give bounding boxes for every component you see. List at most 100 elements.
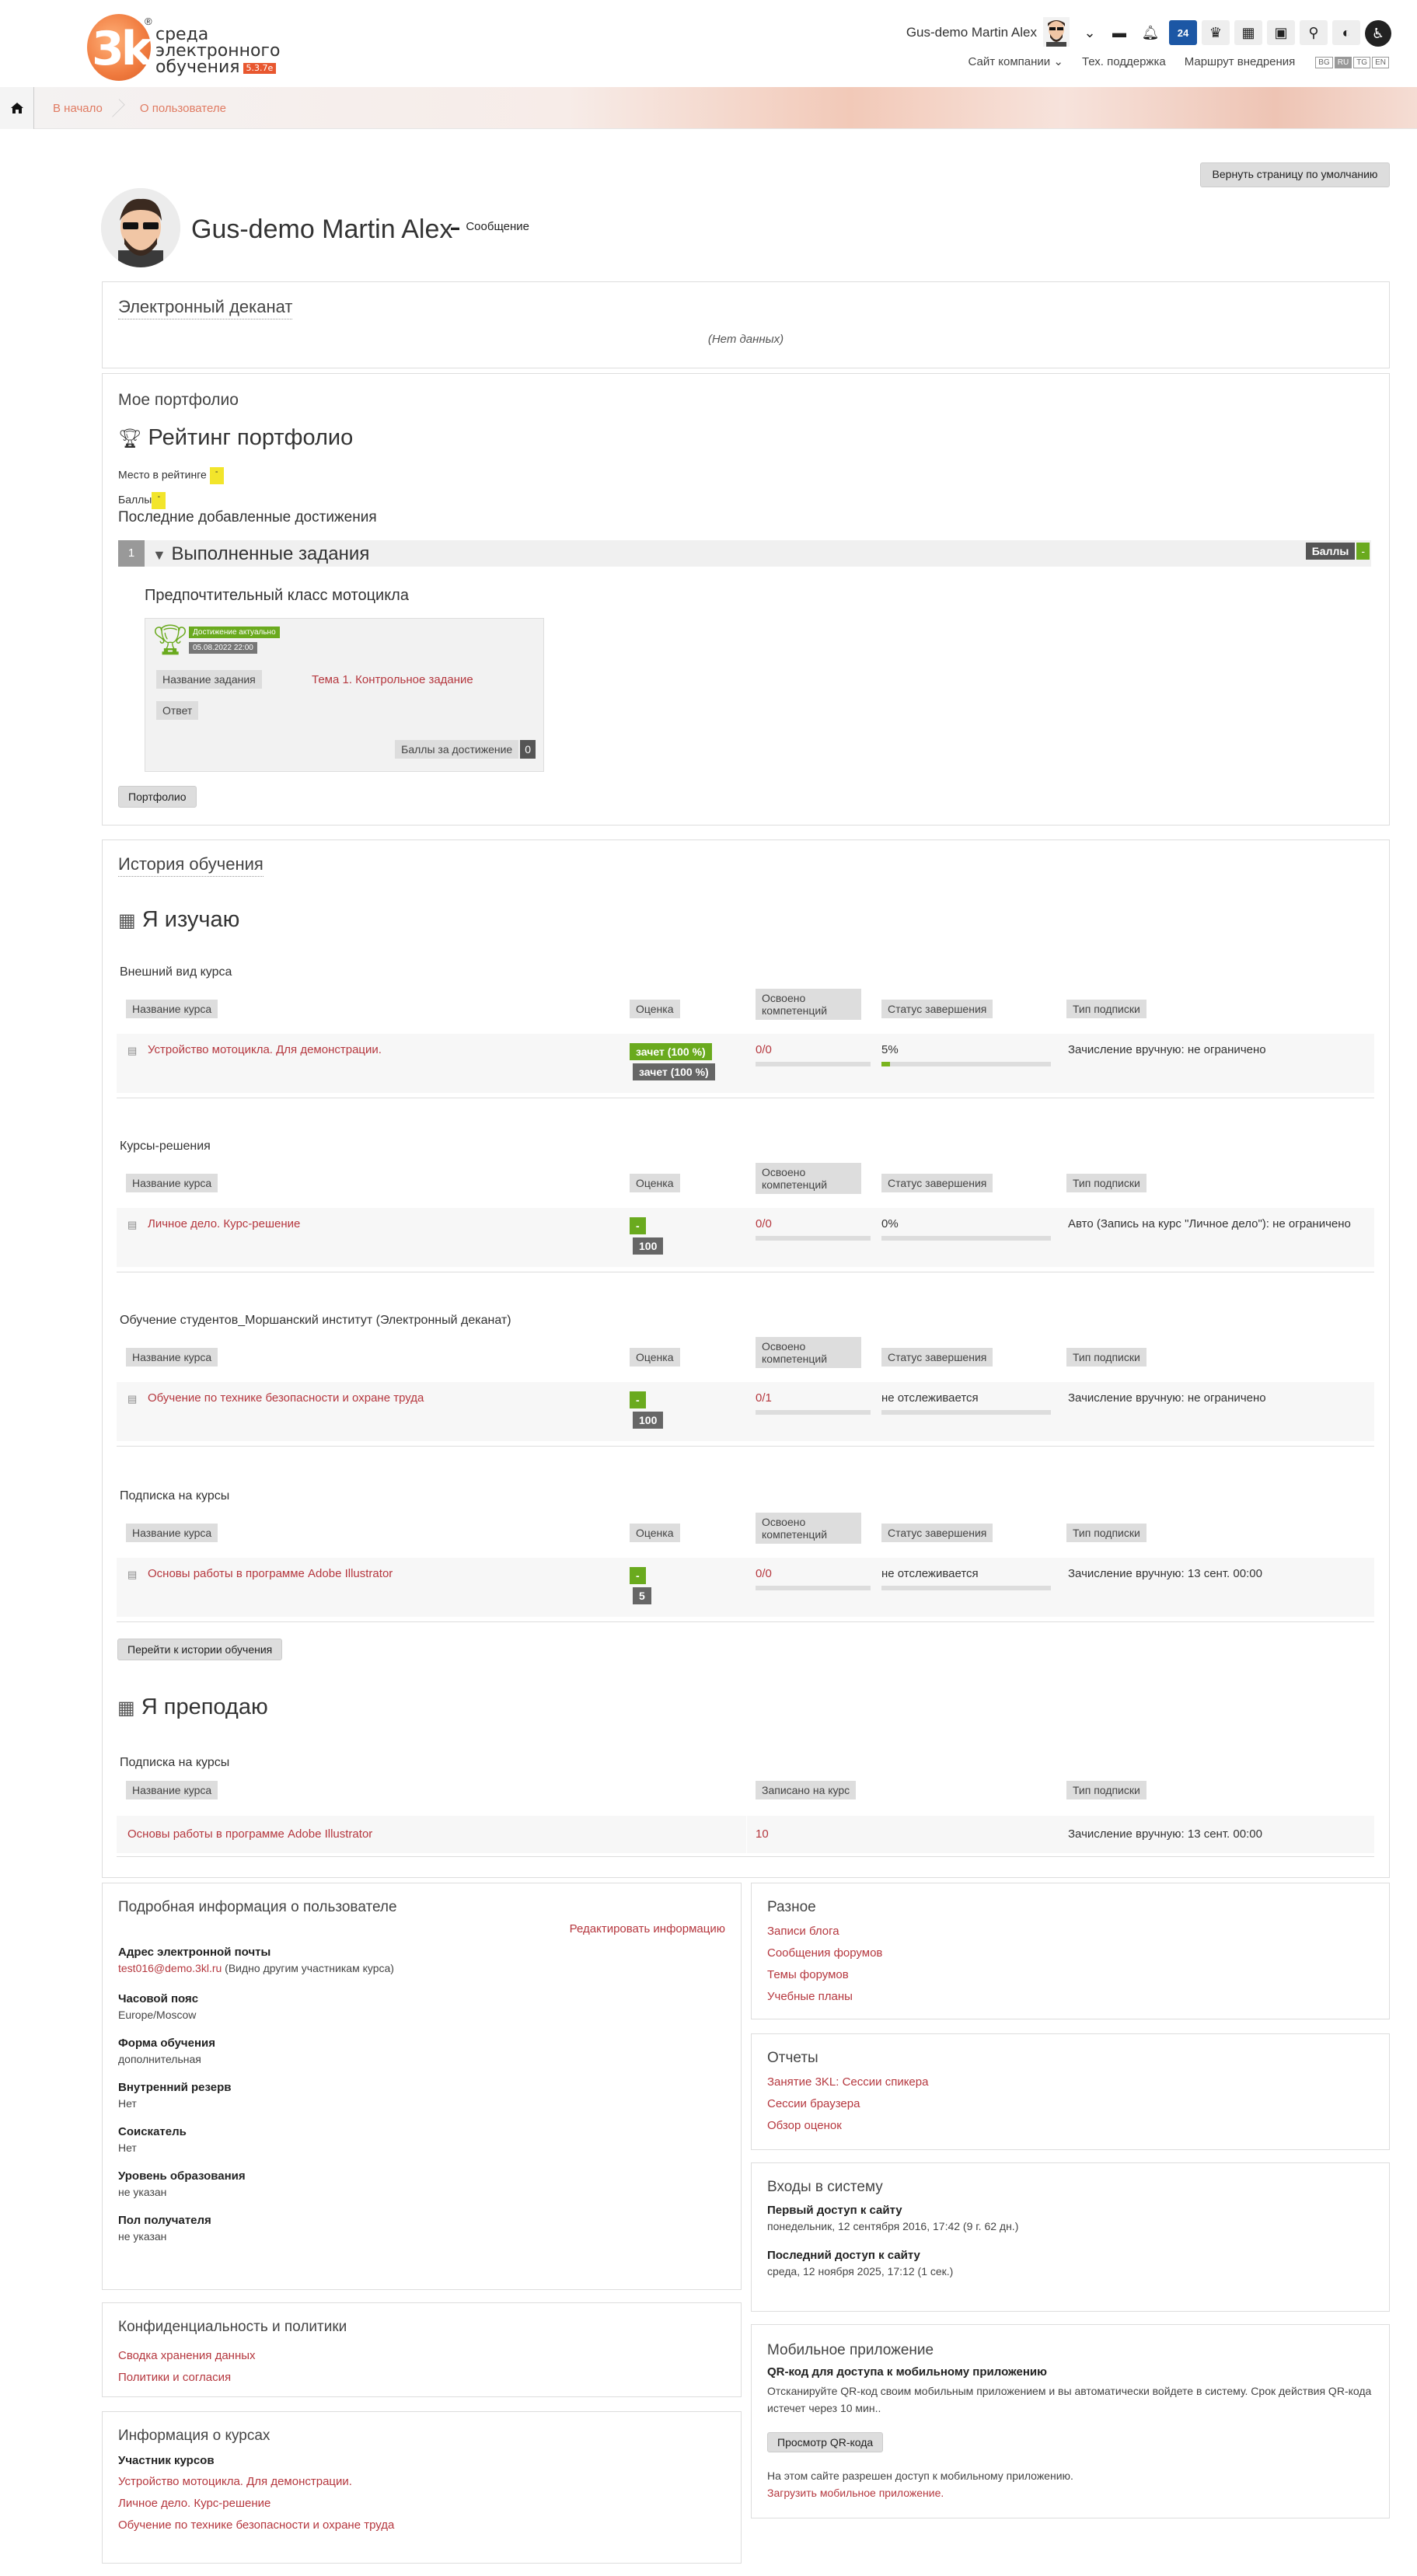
breadcrumb-home[interactable]: В начало [34, 102, 113, 115]
col-header: Оценка [630, 1174, 680, 1192]
col-header: Освоено компетенций [756, 1513, 861, 1544]
competence-bar [756, 1062, 871, 1066]
teaching-col-subscription: Тип подписки [1066, 1781, 1147, 1799]
col-header: Статус завершения [881, 1348, 993, 1367]
misc-link-blog[interactable]: Записи блога [767, 1921, 882, 1942]
registered-mark: ® [145, 16, 152, 27]
course-link[interactable]: Личное дело. Курс-решение [148, 1217, 300, 1230]
grade-value: - [630, 1391, 646, 1408]
portfolio-title: Мое портфолио [118, 391, 239, 409]
view-qr-button[interactable]: Просмотр QR-кода [767, 2432, 884, 2452]
nav-support[interactable]: Тех. поддержка [1082, 55, 1166, 68]
achievements-group-bar[interactable]: 1 ▼ Выполненные задания Баллы - [118, 540, 1371, 567]
task-name-link[interactable]: Тема 1. Контрольное задание [312, 673, 473, 686]
competence-bar [756, 1586, 871, 1590]
search-icon[interactable]: ⚲ [1300, 20, 1328, 45]
competence-value[interactable]: 0/0 [756, 1567, 772, 1580]
misc-link-forum-topics[interactable]: Темы форумов [767, 1964, 882, 1986]
rating-place: Место в рейтинге - [118, 467, 224, 484]
col-header: Оценка [630, 1524, 680, 1542]
history-button[interactable]: Перейти к истории обучения [117, 1639, 283, 1660]
subscription-type: Авто (Запись на курс "Личное дело"): не … [1068, 1217, 1351, 1230]
caret-down-icon: ▼ [152, 547, 166, 563]
history-title: История обучения [118, 854, 264, 877]
misc-link-plans[interactable]: Учебные планы [767, 1986, 882, 2008]
lang-tg[interactable]: TG [1353, 57, 1371, 68]
misc-card: Разное Записи блога Сообщения форумов Те… [751, 1883, 1390, 2019]
reset-page-button[interactable]: Вернуть страницу по умолчанию [1200, 162, 1390, 187]
nav-roadmap[interactable]: Маршрут внедрения [1185, 55, 1296, 68]
email-block: Адрес электронной почты test016@demo.3kl… [118, 1946, 394, 1974]
logins-card: Входы в систему Первый доступ к сайту по… [751, 2162, 1390, 2312]
contacts-icon[interactable]: ▣ [1267, 20, 1295, 45]
lang-ru[interactable]: RU [1334, 57, 1352, 68]
course-info-link-2[interactable]: Личное дело. Курс-решение [118, 2493, 394, 2515]
col-header: Тип подписки [1066, 1000, 1147, 1018]
portfolio-button[interactable]: Портфолио [118, 786, 197, 808]
email-link[interactable]: test016@demo.3kl.ru [118, 1962, 222, 1974]
competence-value[interactable]: 0/0 [756, 1217, 772, 1230]
toggle-icon[interactable]: ◐ [1332, 20, 1360, 45]
course-group-name: Подписка на курсы [120, 1489, 230, 1503]
accessibility-icon[interactable]: ♿︎ [1365, 20, 1391, 47]
nav-company-site[interactable]: Сайт компании ⌄ [969, 54, 1063, 68]
competence-value[interactable]: 0/1 [756, 1391, 772, 1405]
logo-mark[interactable]: 3k [87, 14, 152, 81]
lang-en[interactable]: EN [1372, 57, 1389, 68]
report-link-grades[interactable]: Обзор оценок [767, 2115, 928, 2137]
details-title: Подробная информация о пользователе [118, 1899, 397, 1915]
col-header: Освоено компетенций [756, 1163, 861, 1194]
badge-count-icon[interactable]: 24 [1169, 20, 1197, 45]
download-app-link[interactable]: Загрузить мобильное приложение. [767, 2487, 944, 2499]
achievement-status: Достижение актуально [189, 627, 280, 638]
privacy-link-policies[interactable]: Политики и согласия [118, 2367, 256, 2389]
course-link[interactable]: Основы работы в программе Adobe Illustra… [148, 1567, 393, 1580]
lang-bg[interactable]: BG [1315, 57, 1333, 68]
course-row: ▤ Устройство мотоцикла. Для демонстрации… [117, 1034, 1374, 1093]
top-nav: Сайт компании ⌄ Тех. поддержка Маршрут в… [969, 54, 1389, 68]
grid-icon[interactable]: ▦ [1234, 20, 1262, 45]
chevron-down-icon[interactable]: ⌄ [1076, 20, 1104, 45]
completion-bar [881, 1586, 1051, 1590]
achievement-date: 05.08.2022 22:00 [189, 642, 257, 654]
misc-link-forum-posts[interactable]: Сообщения форумов [767, 1942, 882, 1964]
detail-field: Часовой пояс Europe/Moscow [118, 1992, 199, 2021]
course-info-link-1[interactable]: Устройство мотоцикла. Для демонстрации. [118, 2471, 394, 2493]
courses-info-title: Информация о курсах [118, 2428, 270, 2444]
mobile-card: Мобильное приложение QR-код для доступа … [751, 2324, 1390, 2518]
course-icon: ▤ [127, 1569, 138, 1580]
achievement-score: Баллы за достижение 0 [395, 740, 536, 759]
bell-icon[interactable]: 🔔︎ [1136, 20, 1164, 45]
grid-icon: ▦ [118, 910, 136, 931]
course-group-name: Внешний вид курса [120, 965, 232, 979]
profile-name: Gus-demo Martin Alex [191, 215, 453, 244]
detail-fields: Часовой пояс Europe/Moscow Форма обучени… [118, 1992, 246, 2258]
rating-place-value: - [209, 467, 224, 484]
course-link[interactable]: Обучение по технике безопасности и охран… [148, 1391, 424, 1405]
breadcrumb-current[interactable]: О пользователе [121, 102, 237, 115]
teaching-enrolled[interactable]: 10 [756, 1827, 769, 1841]
privacy-link-data[interactable]: Сводка хранения данных [118, 2345, 256, 2367]
edit-info-link[interactable]: Редактировать информацию [570, 1922, 725, 1935]
trophy-icon[interactable]: ♛ [1202, 20, 1230, 45]
teaching-group-name: Подписка на курсы [120, 1756, 230, 1769]
header-avatar[interactable] [1043, 17, 1070, 47]
chat-icon[interactable]: ▬ [1105, 20, 1133, 45]
mobile-title: Мобильное приложение [767, 2342, 934, 2358]
mobile-allowed: На этом сайте разрешен доступ к мобильно… [767, 2470, 1073, 2482]
teaching-course-link[interactable]: Основы работы в программе Adobe Illustra… [127, 1827, 372, 1841]
course-link[interactable]: Устройство мотоцикла. Для демонстрации. [148, 1043, 382, 1056]
answer-label: Ответ [156, 701, 199, 720]
report-link-browser[interactable]: Сессии браузера [767, 2093, 928, 2115]
home-icon[interactable] [0, 87, 34, 129]
header-user-name[interactable]: Gus-demo Martin Alex [906, 25, 1037, 40]
report-link-speaker[interactable]: Занятие 3KL: Сессии спикера [767, 2072, 928, 2093]
competence-value[interactable]: 0/0 [756, 1043, 772, 1056]
learning-heading: ▦ Я изучаю [118, 907, 240, 932]
grade-max: зачет (100 %) [633, 1063, 715, 1080]
grade-value: - [630, 1567, 646, 1584]
message-link[interactable]: ▬ Сообщение [451, 220, 529, 233]
breadcrumb: В начало О пользователе [0, 87, 237, 129]
row-divider [746, 1816, 747, 1853]
course-info-link-3[interactable]: Обучение по технике безопасности и охран… [118, 2515, 394, 2536]
